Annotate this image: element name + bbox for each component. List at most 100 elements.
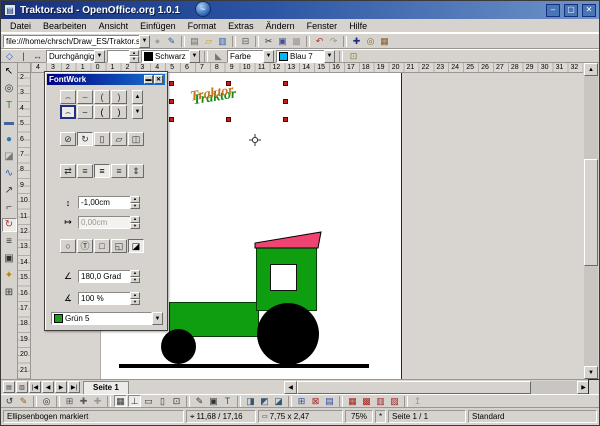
paste-icon[interactable]: ▩ [290,35,303,47]
fontwork-dialog[interactable]: FontWork ▬ ✕ ⌢⌣()⌢⌣() ▲ ▼ ⊘↻▯▱◫ ⇄≡≡≡⇕ ↕ … [44,71,168,331]
shadow-size-field[interactable]: 100 % [78,292,130,305]
scroll-up-icon[interactable]: ▲ [584,63,598,76]
shadow-color-dropdown-icon[interactable]: ▼ [152,312,163,325]
tractor-window[interactable] [270,264,297,291]
menu-item[interactable]: Bearbeiten [37,21,93,31]
fontwork-open-arc-right-icon[interactable]: ) [111,105,127,119]
tab-seite-1[interactable]: Seite 1 [83,381,129,394]
exit-all-groups-icon[interactable]: ↥ [411,395,424,407]
print-icon[interactable]: ⊟ [239,35,252,47]
fontwork-off-icon[interactable]: ⊘ [60,132,76,146]
selection-handle[interactable] [226,117,231,122]
fontwork-align-right-icon[interactable]: ≡ [111,164,127,178]
line-color-combo[interactable]: Schwarz ▼ [141,50,200,63]
fontwork-arc-right-icon[interactable]: ) [111,90,127,104]
modify-with-attributes-icon[interactable]: ◪ [272,395,285,407]
fontwork-contour-icon[interactable]: ○ [60,239,76,253]
first-page-icon[interactable]: |◀ [29,381,41,393]
connector-tool-icon[interactable]: ⌐ [2,201,17,215]
ellipse-tool-icon[interactable]: ● [2,133,17,147]
line-style-dropdown-icon[interactable]: ▼ [94,50,105,63]
url-dropdown-icon[interactable]: ▼ [139,35,150,48]
curve-tool-icon[interactable]: ∿ [2,167,17,181]
edit-file-icon[interactable]: ✎ [165,35,178,47]
line-style-value[interactable]: Durchgängig [46,50,94,63]
master-view-icon[interactable]: ▥ [16,381,28,393]
fontwork-rotate-icon[interactable]: ↻ [77,132,93,146]
fontwork-arc-left-icon[interactable]: ( [94,90,110,104]
prev-page-icon[interactable]: ◀ [42,381,54,393]
rectangle-tool-icon[interactable]: ▬ [2,116,17,130]
menu-item[interactable]: Einfügen [134,21,182,31]
fontwork-open-arc-up-icon[interactable]: ⌢ [60,105,76,119]
text-placeholder-icon[interactable]: ▤ [323,395,336,407]
snap-to-grid-icon[interactable]: ▦ [114,395,127,407]
distance-spin-buttons[interactable]: ▲▼ [130,196,140,209]
draft-line-icon[interactable]: ▨ [388,395,401,407]
zoom-icon[interactable]: ◎ [364,35,377,47]
insert-gluepoint-icon[interactable]: ◎ [40,395,53,407]
scroll-left-icon[interactable]: ◀ [284,381,297,394]
simple-handles-icon[interactable]: ◨ [244,395,257,407]
select-tool-icon[interactable]: ↖ [2,65,17,79]
rotation-mode-icon[interactable]: ↺ [3,395,16,407]
fontwork-close-button[interactable]: ✕ [154,75,163,84]
fontwork-no-shadow-icon[interactable]: □ [94,239,110,253]
effects-tool-icon[interactable]: ✦ [2,269,17,283]
selection-handle[interactable] [169,117,174,122]
copy-icon[interactable]: ▣ [276,35,289,47]
lines-arrows-tool-icon[interactable]: ↗ [2,184,17,198]
line-width-value[interactable] [107,50,129,63]
layer-view-icon[interactable]: ▤ [3,381,15,393]
alignment-tool-icon[interactable]: ≡ [2,235,17,249]
rotate-tool-icon[interactable]: ↻ [2,218,17,232]
fontwork-arc-up-icon[interactable]: ⌢ [60,90,76,104]
snap-to-margins-icon[interactable]: ▭ [142,395,155,407]
show-helplines-icon[interactable]: ✚ [77,395,90,407]
vertical-ruler[interactable]: 2345678910111213141516171819202122 [18,73,31,379]
line-width-spin-buttons[interactable]: ▲▼ [129,50,139,63]
last-page-icon[interactable]: ▶| [68,381,80,393]
scroll-down-icon[interactable]: ▼ [132,105,143,119]
quick-edit-icon[interactable]: ✎ [193,395,206,407]
fontwork-align-left-icon[interactable]: ≡ [77,164,93,178]
line-width-spinner[interactable]: ▲▼ [107,50,139,63]
fontwork-open-arc-left-icon[interactable]: ( [94,105,110,119]
window-resize-grip[interactable] [588,379,599,394]
snap-to-helplines-icon[interactable]: ⊥ [128,395,141,407]
shadow-size-spin-buttons[interactable]: ▲▼ [130,292,140,305]
selection-handle[interactable] [283,81,288,86]
zoom-tool-icon[interactable]: ◎ [2,82,17,96]
vertical-scroll-thumb[interactable] [584,159,598,266]
fontwork-title-bar[interactable]: FontWork ▬ ✕ [47,74,165,85]
title-bar[interactable]: ▤ Traktor.sxd - OpenOffice.org 1.0.1 ‒ ▢… [1,1,599,19]
new-document-icon[interactable]: ▤ [188,35,201,47]
fill-color-combo[interactable]: Blau 7 ▼ [276,50,335,63]
fill-type-dropdown-icon[interactable]: ▼ [263,50,274,63]
fontwork-autosize-icon[interactable]: ⇕ [128,164,144,178]
selection-handle[interactable] [283,99,288,104]
double-click-edit-icon[interactable]: T [221,395,234,407]
menu-item[interactable]: Format [182,21,223,31]
menu-item[interactable]: Datei [4,21,37,31]
fontwork-align-center-icon[interactable]: ≡ [94,164,110,178]
arrow-style-icon[interactable]: ↔ [31,50,44,62]
fontwork-vertical-shadow-icon[interactable]: ◱ [111,239,127,253]
snap-to-points-icon[interactable]: ⊡ [170,395,183,407]
url-combo[interactable]: file:///home/chrsch/Draw_ES/Traktor.sxd … [3,35,150,48]
text-tool-icon[interactable]: T [2,99,17,113]
line-color-dropdown-icon[interactable]: ▼ [189,50,200,63]
menu-item[interactable]: Fenster [301,21,344,31]
helplines-while-moving-icon[interactable]: ✚ [91,395,104,407]
picture-placeholder-icon[interactable]: ⊞ [295,395,308,407]
status-zoom[interactable]: 75% [345,410,373,423]
3d-objects-tool-icon[interactable]: ◪ [2,150,17,164]
selection-handle[interactable] [169,99,174,104]
draft-fill-icon[interactable]: ▥ [374,395,387,407]
fontwork-rollup-button[interactable]: ▬ [144,75,153,84]
draft-contour-icon[interactable]: ▩ [360,395,373,407]
rotation-pivot-icon[interactable] [249,134,261,146]
snap-to-border-icon[interactable]: ▯ [156,395,169,407]
fontwork-orientation-icon[interactable]: ⇄ [60,164,76,178]
fontwork-text-contour-icon[interactable]: Ⓣ [77,239,93,253]
